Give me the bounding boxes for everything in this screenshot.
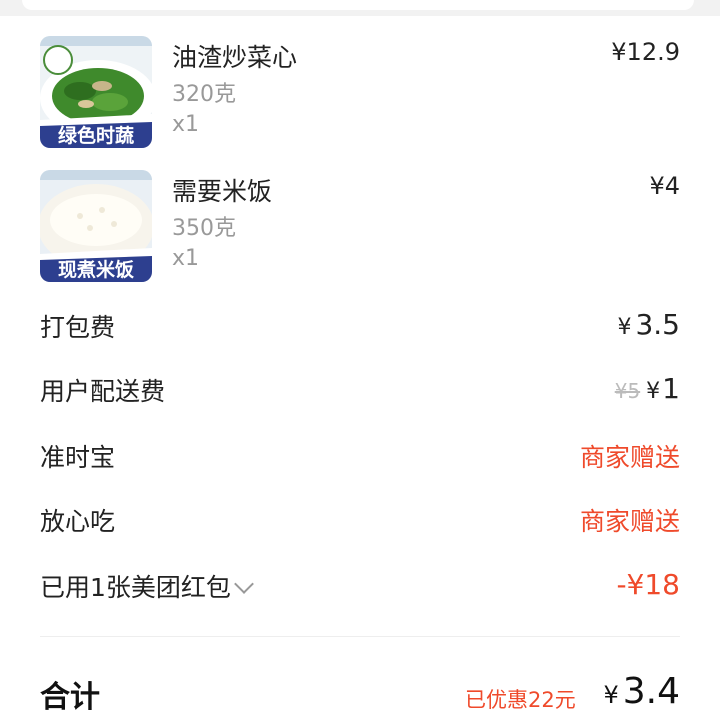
order-item[interactable]: 现煮米饭 需要米饭 350克 x1 ¥4 [40,170,680,282]
item-thumbnail: 现煮米饭 [40,170,152,282]
total-amount: 3.4 [622,671,680,712]
thumb-badge-text: 现煮米饭 [58,258,134,281]
discount-summary: 已优惠22元 [465,688,576,712]
item-quantity: x1 [172,112,200,137]
order-summary-card: 绿色时蔬 油渣炒菜心 320克 x1 ¥12.9 现煮米饭 需要米饭 350克 … [0,16,720,720]
divider [40,636,680,637]
coupon-row[interactable]: 已用1张美团红包 -¥18 [40,568,680,608]
item-name: 油渣炒菜心 [172,43,298,72]
coupon-value: -¥18 [616,568,680,601]
currency-symbol: ¥ [646,379,661,404]
item-name: 需要米饭 [172,177,273,206]
chevron-down-icon[interactable] [234,574,254,594]
safe-eat-label: 放心吃 [40,507,116,536]
safe-eat-value: 商家赠送 [579,507,680,536]
safe-eat-row: 放心吃 商家赠送 [40,502,680,542]
delivery-fee-row: 用户配送费 ¥5 ¥1 [40,372,680,412]
total-label: 合计 [40,680,100,715]
currency-symbol: ¥ [603,681,619,709]
ontime-row: 准时宝 商家赠送 [40,438,680,478]
item-spec: 350克 [172,216,236,241]
item-spec: 320克 [172,82,236,107]
delivery-fee-amount: 1 [662,372,680,405]
coupon-label[interactable]: 已用1张美团红包 [40,568,254,604]
item-price: ¥4 [649,172,680,200]
coupon-label-text: 已用1张美团红包 [40,573,231,602]
item-quantity: x1 [172,246,200,271]
ontime-label: 准时宝 [40,443,116,472]
item-price: ¥12.9 [611,38,680,66]
previous-card-edge [22,0,694,10]
delivery-fee-value: ¥5 ¥1 [615,372,680,405]
original-delivery-fee: ¥5 [614,379,641,403]
order-item[interactable]: 绿色时蔬 油渣炒菜心 320克 x1 ¥12.9 [40,36,680,148]
ontime-value: 商家赠送 [579,443,680,472]
packing-fee-label: 打包费 [40,313,116,342]
currency-symbol: ¥ [617,315,632,340]
packing-fee-value: ¥3.5 [617,308,680,341]
delivery-fee-label: 用户配送费 [40,377,166,406]
packing-fee-row: 打包费 ¥3.5 [40,308,680,348]
packing-fee-amount: 3.5 [635,308,680,341]
thumb-badge-text: 绿色时蔬 [58,124,134,147]
item-thumbnail: 绿色时蔬 [40,36,152,148]
total-price: ¥3.4 [603,671,680,712]
